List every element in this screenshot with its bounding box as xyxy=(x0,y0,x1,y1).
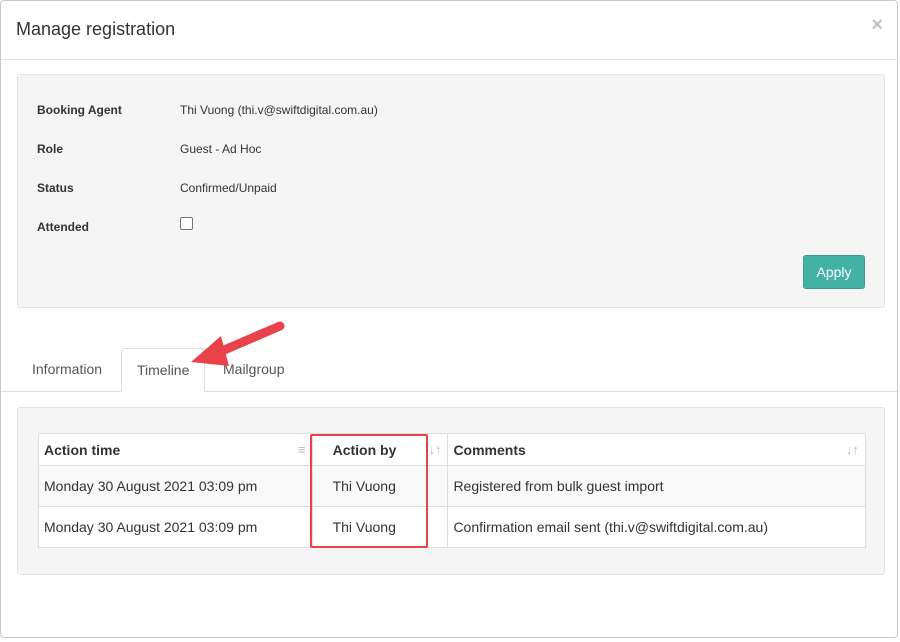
registration-details-panel: Booking Agent Thi Vuong (thi.v@swiftdigi… xyxy=(17,74,885,308)
action-by-highlight-box xyxy=(310,434,428,548)
sort-icon: ↓↑ xyxy=(428,442,442,457)
table-row: Monday 30 August 2021 03:09 pm Thi Vuong… xyxy=(38,465,866,507)
status-label: Status xyxy=(37,181,74,195)
apply-button[interactable]: Apply xyxy=(803,255,865,289)
table-header-row: Action time ≡ Action by ↓↑ Comments ↓↑ xyxy=(38,433,866,466)
modal-header: Manage registration × xyxy=(1,1,897,60)
booking-agent-label: Booking Agent xyxy=(37,103,122,117)
booking-agent-value: Thi Vuong (thi.v@swiftdigital.com.au) xyxy=(180,103,378,117)
attended-checkbox[interactable] xyxy=(180,217,193,230)
role-value: Guest - Ad Hoc xyxy=(180,142,262,156)
timeline-table: Action time ≡ Action by ↓↑ Comments ↓↑ M… xyxy=(38,433,866,548)
action-time-cell: Monday 30 August 2021 03:09 pm xyxy=(38,506,313,548)
column-header-label: Comments xyxy=(453,441,526,458)
tab-bar: Information Timeline Mailgroup xyxy=(1,348,897,392)
comments-cell: Confirmation email sent (thi.v@swiftdigi… xyxy=(447,506,866,548)
action-time-cell: Monday 30 August 2021 03:09 pm xyxy=(38,465,313,507)
tab-information[interactable]: Information xyxy=(17,348,117,391)
attended-label: Attended xyxy=(37,220,89,234)
sort-desc-icon: ≡ xyxy=(297,442,306,457)
modal-title: Manage registration xyxy=(16,19,176,39)
status-value: Confirmed/Unpaid xyxy=(180,181,277,195)
column-header-comments[interactable]: Comments ↓↑ xyxy=(447,433,866,466)
annotation-arrow-icon xyxy=(191,321,285,366)
comments-cell: Registered from bulk guest import xyxy=(447,465,866,507)
column-header-label: Action time xyxy=(44,441,121,458)
sort-icon: ↓↑ xyxy=(846,442,859,457)
timeline-panel: Action time ≡ Action by ↓↑ Comments ↓↑ M… xyxy=(17,407,885,575)
manage-registration-modal: Manage registration × Booking Agent Thi … xyxy=(0,0,898,638)
column-header-action-time[interactable]: Action time ≡ xyxy=(38,433,313,466)
table-row: Monday 30 August 2021 03:09 pm Thi Vuong… xyxy=(38,506,866,548)
role-label: Role xyxy=(37,142,64,156)
close-icon[interactable]: × xyxy=(871,15,883,35)
